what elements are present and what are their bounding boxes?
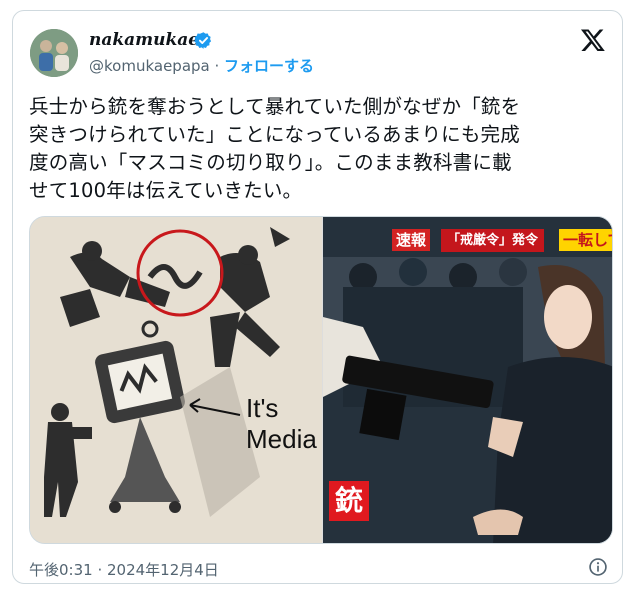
media-image-news[interactable]: 速報 「戒厳令」発令 一転して 銃 bbox=[323, 217, 612, 543]
tweet-text-line: せて100年は伝えていきたい。 bbox=[29, 179, 303, 202]
cartoon-illustration bbox=[30, 217, 322, 543]
verified-badge-icon bbox=[194, 32, 212, 49]
user-handle[interactable]: @komukaepapa bbox=[89, 57, 210, 75]
media-image-cartoon[interactable]: It's Media bbox=[30, 217, 322, 543]
caption-line: It's bbox=[246, 393, 279, 423]
tweet-text-line: 兵士から銃を奪おうとして暴れていた側がなぜか「銃を bbox=[29, 95, 521, 118]
tweet-text: 兵士から銃を奪おうとして暴れていた側がなぜか「銃を 突きつけられていた」ことにな… bbox=[29, 93, 607, 205]
news-tag-gun: 銃 bbox=[329, 481, 369, 521]
tweet-text-line: 度の高い「マスコミの切り取り」。このまま教科書に載 bbox=[29, 151, 512, 174]
follow-button[interactable]: フォローする bbox=[224, 57, 314, 75]
avatar[interactable] bbox=[30, 29, 78, 77]
info-icon[interactable] bbox=[588, 557, 608, 577]
tweet-card: nakamukae @komukaepapa · フォローする 兵士から銃を奪お… bbox=[12, 10, 623, 584]
tweet-text-line: 突きつけられていた」ことになっているあまりにも完成 bbox=[29, 123, 520, 146]
news-tag-headline: 「戒厳令」発令 bbox=[441, 229, 545, 252]
cartoon-caption: It's Media bbox=[246, 393, 317, 455]
separator: · bbox=[209, 57, 225, 75]
display-name[interactable]: nakamukae bbox=[89, 30, 199, 50]
tweet-timestamp[interactable]: 午後0:31 · 2024年12月4日 bbox=[29, 559, 219, 580]
x-logo-icon[interactable] bbox=[580, 27, 606, 53]
news-tag-sub: 一転して bbox=[559, 229, 612, 251]
news-tag-breaking: 速報 bbox=[392, 229, 431, 251]
handle-row: @komukaepapa · フォローする bbox=[89, 55, 314, 76]
caption-line: Media bbox=[246, 424, 317, 454]
tweet-media[interactable]: It's Media 速報 「戒厳令」発令 一転し 銃 bbox=[29, 216, 613, 544]
